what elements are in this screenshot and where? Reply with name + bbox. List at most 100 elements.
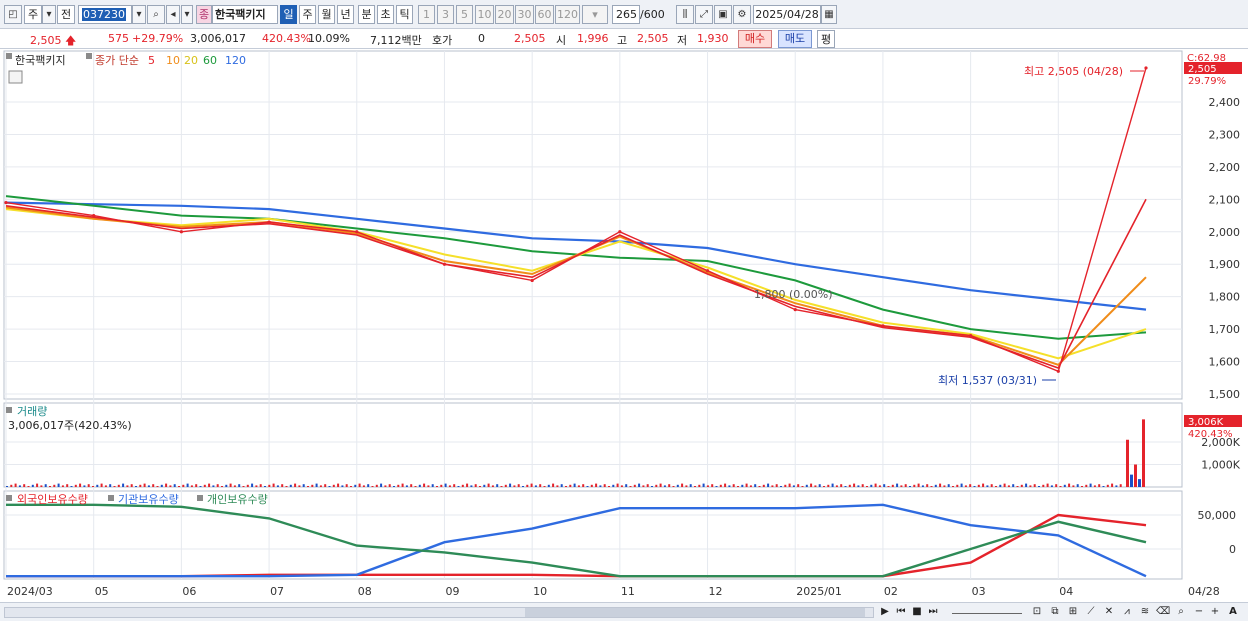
volume-bar-small — [827, 484, 830, 487]
volume-bar-small — [100, 483, 103, 487]
compare-icon[interactable]: ⊞ — [1066, 605, 1080, 619]
volume-bar-small — [431, 484, 434, 487]
legend-square-icon — [108, 495, 114, 501]
gear-icon[interactable]: ⚙ — [733, 5, 751, 24]
magnify-icon[interactable]: ⌕ — [1174, 605, 1188, 619]
window-icon[interactable]: ◰ — [4, 5, 22, 24]
volume-bar-small — [780, 486, 782, 487]
play-icon[interactable]: ▶ — [878, 605, 892, 619]
interval-10[interactable]: 10 — [475, 5, 494, 24]
zoom-out-icon[interactable]: − — [1192, 605, 1206, 619]
interval-5[interactable]: 5 — [456, 5, 473, 24]
volume-bar-small — [212, 485, 215, 487]
volume-bar-small — [956, 484, 959, 487]
volume-bar-small — [625, 484, 628, 487]
interval-30[interactable]: 30 — [515, 5, 534, 24]
period-tick-tab[interactable]: 틱 — [396, 5, 413, 24]
volume-bar-small — [289, 484, 292, 487]
volume-bar-small — [732, 484, 735, 487]
last-price-pct: 29.79% — [1188, 76, 1226, 87]
legend-ma60: 60 — [203, 54, 217, 67]
period-minute-tab[interactable]: 분 — [358, 5, 375, 24]
time-tick-label: 2025/01 — [796, 585, 842, 598]
interval-60[interactable]: 60 — [535, 5, 554, 24]
volume-bar-small — [930, 486, 933, 487]
scroll-thumb[interactable] — [525, 608, 865, 617]
fib-icon[interactable]: ≋ — [1138, 605, 1152, 619]
volume-bar-small — [741, 484, 744, 487]
interval-3[interactable]: 3 — [437, 5, 454, 24]
draw-line-icon[interactable]: ⟋ — [1084, 605, 1098, 619]
holder-tick-label: 0 — [1229, 543, 1236, 556]
holder-panel[interactable] — [3, 490, 1183, 580]
hoga-value: 0 — [478, 32, 485, 45]
volume-panel[interactable] — [3, 402, 1183, 488]
buy-button[interactable]: 매수 — [738, 30, 772, 48]
sell-button[interactable]: 매도 — [778, 30, 812, 48]
interval-custom-select[interactable]: ▾ — [582, 5, 608, 24]
chevron-down-icon[interactable]: ▾ — [42, 5, 56, 24]
stock-code-input[interactable]: 037230 — [78, 5, 132, 24]
speaker-icon[interactable]: ◂ — [166, 5, 180, 24]
volume-bar-small — [199, 486, 202, 487]
cross-icon[interactable]: ✕ — [1102, 605, 1116, 619]
zoom-icon[interactable]: ⤢ — [695, 5, 713, 24]
search-icon[interactable]: ⌕ — [147, 5, 165, 24]
rewind-icon[interactable]: ⏮ — [894, 605, 908, 619]
eval-button[interactable]: 평 — [817, 30, 835, 48]
volume-bar-small — [281, 484, 284, 487]
price-tick-label: 1,500 — [1209, 388, 1241, 401]
chevron-down-icon[interactable]: ▾ — [132, 5, 146, 24]
period-month-tab[interactable]: 월 — [318, 5, 335, 24]
volume-bar-small — [805, 484, 808, 487]
volume-bar-small — [848, 484, 851, 487]
period-week-tab[interactable]: 주 — [299, 5, 316, 24]
candle-icon[interactable]: ⫼ — [676, 5, 694, 24]
zoom-slider[interactable] — [952, 605, 1022, 614]
stop-icon[interactable]: ■ — [910, 605, 924, 619]
volume-bar-small — [595, 483, 598, 487]
eraser-icon[interactable]: ⌫ — [1156, 605, 1170, 619]
table-icon[interactable] — [8, 70, 23, 84]
volume-bar-small — [612, 484, 615, 487]
save-icon[interactable]: ▣ — [714, 5, 732, 24]
stock-type-badge: 종 — [196, 5, 212, 24]
fast-forward-icon[interactable]: ⏭ — [926, 605, 940, 619]
calendar-icon[interactable]: ▦ — [821, 5, 837, 24]
chevron-down-icon[interactable]: ▾ — [181, 5, 193, 24]
volume-bar-small — [543, 486, 546, 487]
period-year-tab[interactable]: 년 — [337, 5, 354, 24]
last-price: 2,505 — [514, 32, 546, 45]
volume-bar-small — [367, 484, 370, 487]
period-day-tab[interactable]: 일 — [280, 5, 297, 24]
volume-bar-small — [719, 484, 722, 487]
zoom-in-icon[interactable]: + — [1208, 605, 1222, 619]
prev-button[interactable]: 전 — [57, 5, 75, 24]
close-point — [1056, 369, 1060, 373]
market-select[interactable]: 주 — [24, 5, 42, 24]
volume-bar-small — [135, 486, 137, 487]
time-tick-label: 10 — [533, 585, 547, 598]
font-size-icon[interactable]: A — [1226, 605, 1240, 619]
chart-scrollbar[interactable] — [4, 607, 874, 618]
volume-bar-small — [104, 485, 107, 487]
interval-120[interactable]: 120 — [555, 5, 580, 24]
stock-chart[interactable]: 2,400 2,300 2,200 2,100 2,000 1,900 1,800 1,700… — [0, 49, 1248, 603]
volume-bar-small — [844, 486, 847, 487]
copy-icon[interactable]: ⧉ — [1048, 605, 1062, 619]
high-annotation: 최고 2,505 (04/28) — [1024, 65, 1123, 78]
volume-bar-small — [27, 486, 30, 487]
interval-20[interactable]: 20 — [495, 5, 514, 24]
volume-bar-small — [358, 483, 361, 487]
trend-icon[interactable]: ⩘ — [1120, 605, 1134, 619]
period-second-tab[interactable]: 초 — [377, 5, 394, 24]
interval-1[interactable]: 1 — [418, 5, 435, 24]
legend-individual: 개인보유수량 — [207, 493, 268, 506]
volume-bar-small — [483, 484, 486, 487]
volume-bar-small — [702, 483, 705, 487]
quote-bar: 2,505 🡅 575 +29.79% 3,006,017 420.43% 10… — [0, 29, 1248, 49]
layout-icon[interactable]: ⊡ — [1030, 605, 1044, 619]
date-input[interactable]: 2025/04/28 — [753, 5, 821, 24]
bar-count-input[interactable]: 265 — [612, 5, 640, 24]
volume-bar-small — [1007, 485, 1010, 487]
